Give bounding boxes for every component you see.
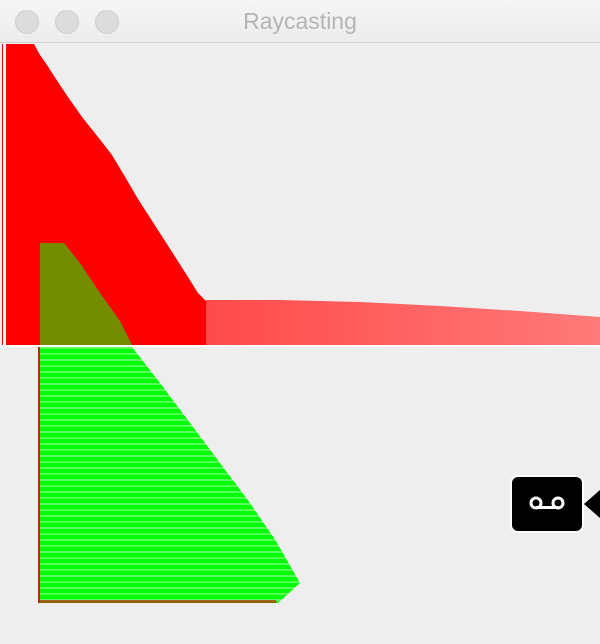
camera-lens-icon — [584, 490, 600, 518]
ray-fan-left-edge — [38, 347, 40, 603]
tape-camera-icon — [510, 475, 584, 533]
wall-projection-far — [206, 300, 600, 345]
raycast-canvas — [0, 44, 600, 603]
screen-edge-line — [3, 44, 6, 345]
horizon-line — [0, 345, 600, 347]
app-window: Raycasting — [0, 0, 600, 644]
window-title: Raycasting — [243, 8, 357, 34]
tape-reels-icon — [529, 496, 565, 510]
ray-fan-bottom-edge — [40, 600, 276, 603]
title-bar[interactable]: Raycasting — [0, 0, 600, 43]
ray-fan-lower — [38, 347, 300, 603]
